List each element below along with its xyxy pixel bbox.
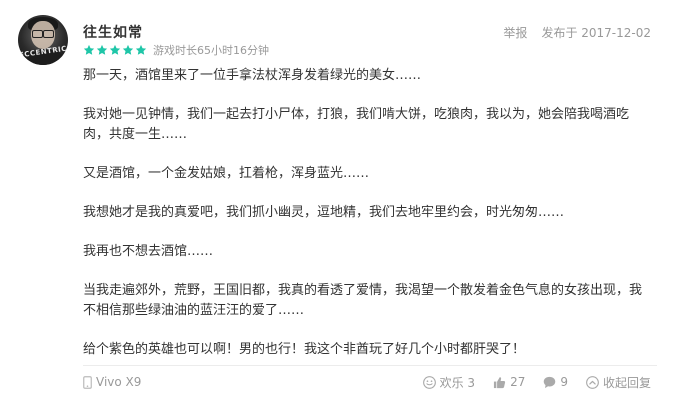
like-button[interactable]: 27	[493, 375, 525, 389]
happy-button[interactable]: 欢乐 3	[422, 374, 476, 391]
device-info: Vivo X9	[83, 375, 141, 389]
publish-date: 发布于 2017-12-02	[541, 26, 651, 40]
rating-row: 游戏时长65小时16分钟	[83, 43, 269, 57]
star-icon	[109, 44, 121, 56]
review-paragraph: 给个紫色的英雄也可以啊！男的也行！我这个非酋玩了好几个小时都肝哭了！	[83, 342, 526, 357]
review-body: 那一天，酒馆里来了一位手拿法杖浑身发着绿光的美女…… 我对她一见钟情，我们一起去…	[83, 66, 653, 379]
star-icon	[83, 44, 95, 56]
device-name: Vivo X9	[96, 375, 142, 389]
review-paragraph: 我对她一见钟情，我们一起去打小尸体，打狼，我们啃大饼，吃狼肉，我以为，她会陪我喝…	[83, 107, 630, 142]
collapse-icon	[586, 375, 599, 389]
star-icon	[96, 44, 108, 56]
playtime: 游戏时长65小时16分钟	[153, 44, 269, 57]
review-paragraph: 那一天，酒馆里来了一位手拿法杖浑身发着绿光的美女……	[83, 68, 422, 83]
review-paragraph: 当我走遍郊外，荒野，王国旧都，我真的看透了爱情，我渴望一个散发着金色气息的女孩出…	[83, 283, 643, 318]
star-rating	[83, 44, 148, 56]
username[interactable]: 往生如常	[83, 22, 143, 42]
star-icon	[122, 44, 134, 56]
review-meta: 举报 发布于 2017-12-02	[503, 24, 651, 41]
collapse-label: 收起回复	[602, 375, 651, 390]
avatar[interactable]: ECCENTRIC	[18, 15, 68, 65]
comment-icon	[543, 376, 556, 389]
review-footer: Vivo X9 欢乐 3 27 9 收起回复	[83, 373, 651, 391]
comment-count: 9	[560, 375, 568, 389]
happy-count: 欢乐 3	[439, 375, 476, 390]
smile-icon	[422, 375, 436, 389]
comment-button[interactable]: 9	[543, 375, 568, 389]
review-actions: 欢乐 3 27 9 收起回复	[405, 374, 651, 391]
divider	[83, 365, 657, 366]
review-paragraph: 又是酒馆，一个金发姑娘，扛着枪，浑身蓝光……	[83, 166, 370, 181]
phone-icon	[83, 375, 92, 389]
collapse-replies-button[interactable]: 收起回复	[586, 374, 651, 391]
report-link[interactable]: 举报	[503, 24, 527, 41]
star-icon	[135, 44, 147, 56]
like-count: 27	[510, 375, 526, 389]
review-paragraph: 我再也不想去酒馆……	[83, 244, 214, 259]
review-paragraph: 我想她才是我的真爱吧，我们抓小幽灵，逗地精，我们去地牢里约会，时光匆匆……	[83, 205, 565, 220]
thumbs-up-icon	[493, 376, 506, 389]
